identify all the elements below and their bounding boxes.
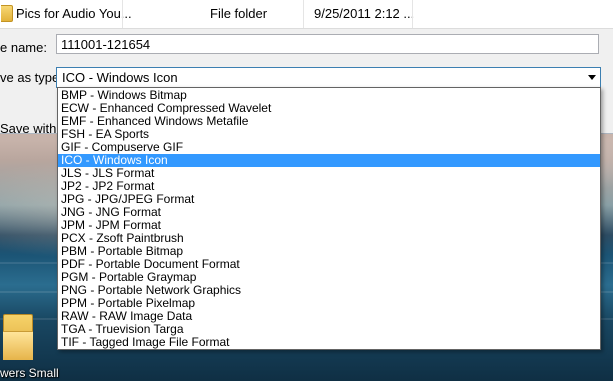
- file-list-row[interactable]: Pics for Audio You... File folder 9/25/2…: [0, 0, 613, 29]
- filename-input[interactable]: [56, 34, 599, 54]
- folder-icon[interactable]: [3, 314, 33, 360]
- column-separator: [303, 0, 304, 28]
- file-name: Pics for Audio You...: [16, 6, 132, 21]
- chevron-down-icon[interactable]: [588, 75, 596, 80]
- dropdown-option[interactable]: TIF - Tagged Image File Format: [58, 336, 600, 349]
- save-as-type-label: ve as type:: [0, 70, 63, 85]
- screen: Pics for Audio You... File folder 9/25/2…: [0, 0, 613, 381]
- filename-label: e name:: [0, 40, 47, 55]
- folder-icon: [1, 5, 13, 22]
- folder-flap: [3, 331, 33, 360]
- save-as-type-select[interactable]: ICO - Windows Icon: [56, 67, 601, 88]
- file-type: File folder: [210, 6, 268, 21]
- desktop-icon-label[interactable]: wers Small: [0, 366, 59, 380]
- column-separator: [412, 0, 413, 28]
- save-as-type-value: ICO - Windows Icon: [62, 70, 178, 85]
- column-separator: [122, 0, 123, 28]
- file-type-dropdown-list: BMP - Windows Bitmap ECW - Enhanced Compr…: [57, 87, 601, 350]
- file-date-modified: 9/25/2011 2:12 ...: [314, 6, 415, 21]
